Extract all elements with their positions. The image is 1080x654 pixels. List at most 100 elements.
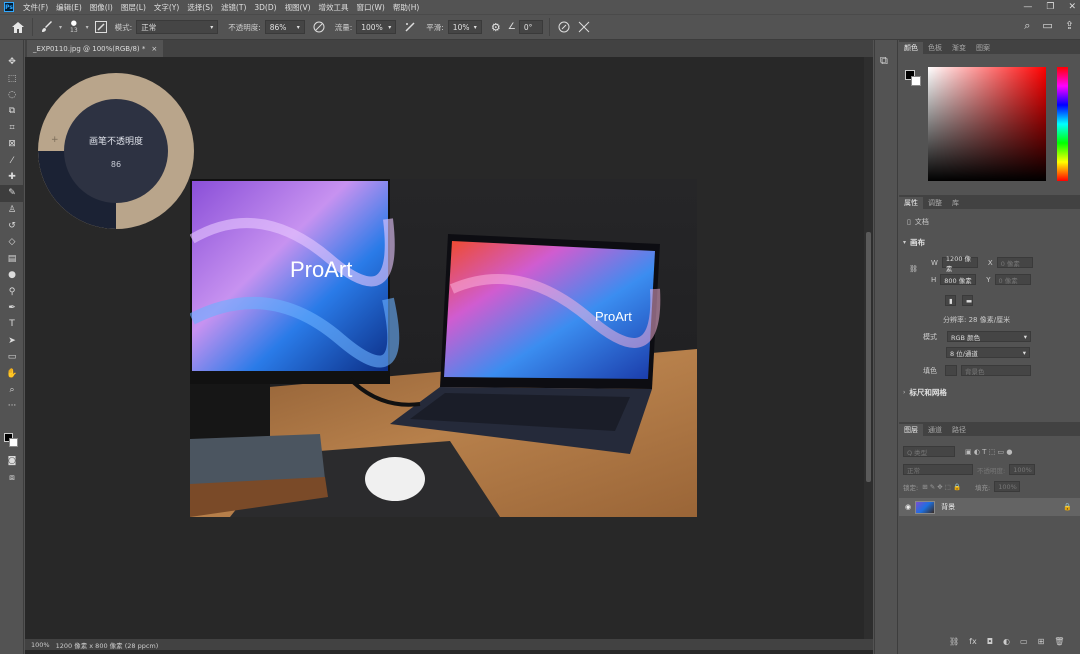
marquee-tool-icon[interactable]: ⬚ (0, 70, 24, 86)
history-brush-tool-icon[interactable]: ↺ (0, 218, 24, 234)
tab-color[interactable]: 颜色 (899, 42, 923, 54)
filter-icons[interactable]: ▣ ◐ T ⬚ ▭ ● (965, 448, 1012, 456)
chevron-right-icon[interactable]: › (903, 389, 905, 396)
quick-mask-icon[interactable]: ◙ (0, 453, 24, 469)
portrait-orientation-icon[interactable]: ▮ (945, 295, 956, 306)
home-icon[interactable] (10, 19, 26, 35)
workspace-icon[interactable]: ▭ (1042, 19, 1052, 33)
path-select-tool-icon[interactable]: ➤ (0, 333, 24, 349)
tab-layers[interactable]: 图层 (899, 424, 923, 436)
group-icon[interactable]: ▭ (1020, 637, 1028, 646)
mode-select[interactable]: 正常 ▾ (136, 20, 219, 34)
crop-tool-icon[interactable]: ⌗ (0, 120, 24, 136)
close-button[interactable]: ✕ (1068, 2, 1076, 12)
trash-icon[interactable]: 🗑 (1054, 637, 1064, 646)
tab-channels[interactable]: 通道 (923, 424, 947, 436)
height-field[interactable]: 800 像素 (940, 274, 977, 285)
link-layers-icon[interactable]: ⛓ (949, 637, 959, 646)
scrollbar-thumb[interactable] (866, 232, 871, 482)
tab-patterns[interactable]: 图案 (971, 42, 995, 54)
layer-fill-field[interactable]: 100% (994, 481, 1021, 492)
tab-swatches[interactable]: 色板 (923, 42, 947, 54)
mask-icon[interactable]: ◘ (987, 637, 993, 646)
menu-edit[interactable]: 编辑(E) (52, 2, 86, 13)
menu-layer[interactable]: 图层(L) (117, 2, 150, 13)
brush-tool-icon[interactable] (39, 19, 55, 35)
fill-select[interactable]: 背景色 (961, 365, 1031, 376)
hue-slider[interactable] (1057, 67, 1068, 181)
y-field[interactable]: 0 像素 (994, 274, 1031, 285)
share-icon[interactable]: ⇪ (1065, 19, 1074, 33)
tab-paths[interactable]: 路径 (947, 424, 971, 436)
blur-tool-icon[interactable]: ● (0, 267, 24, 283)
background-color-swatch[interactable] (9, 438, 18, 447)
healing-brush-tool-icon[interactable]: ✚ (0, 169, 24, 185)
zoom-tool-icon[interactable]: ⌕ (0, 382, 24, 398)
canvas-image[interactable]: ProArt ProArt (190, 179, 697, 517)
angle-field[interactable]: 0° (518, 20, 543, 34)
restore-button[interactable]: ❐ (1046, 2, 1054, 12)
tab-adjustments[interactable]: 调整 (923, 197, 947, 209)
tab-libraries[interactable]: 库 (947, 197, 964, 209)
menu-window[interactable]: 窗口(W) (353, 2, 389, 13)
dodge-tool-icon[interactable]: ⚲ (0, 283, 24, 299)
airbrush-icon[interactable] (402, 19, 418, 35)
tab-properties[interactable]: 属性 (899, 197, 923, 209)
clone-stamp-tool-icon[interactable]: ♙ (0, 202, 24, 218)
layer-row-background[interactable]: ◉ 背景 🔒 (899, 498, 1080, 516)
new-layer-icon[interactable]: ⊞ (1038, 637, 1045, 646)
brush-settings-icon[interactable] (93, 19, 109, 35)
eye-icon[interactable]: ◉ (905, 503, 911, 511)
vertical-scrollbar[interactable] (864, 57, 873, 640)
history-panel-icon[interactable]: ⧉ (880, 54, 888, 68)
x-field[interactable]: 0 像素 (996, 257, 1033, 268)
symmetry-icon[interactable] (576, 19, 592, 35)
layer-opacity-field[interactable]: 100% (1009, 464, 1036, 475)
color-mode-select[interactable]: RGB 颜色 ▾ (947, 331, 1031, 342)
flow-field[interactable]: 100% ▾ (356, 20, 397, 34)
type-tool-icon[interactable]: T (0, 316, 24, 332)
gradient-tool-icon[interactable]: ▤ (0, 251, 24, 267)
pen-tool-icon[interactable]: ✒ (0, 300, 24, 316)
hand-tool-icon[interactable]: ✋ (0, 365, 24, 381)
more-tools-icon[interactable]: ··· (0, 398, 24, 414)
brush-preset-picker[interactable]: ● 13 (70, 20, 78, 35)
landscape-orientation-icon[interactable]: ▬ (962, 295, 973, 306)
menu-image[interactable]: 图像(I) (86, 2, 117, 13)
menu-filter[interactable]: 滤镜(T) (217, 2, 250, 13)
eyedropper-tool-icon[interactable]: ⁄ (0, 152, 24, 168)
eraser-tool-icon[interactable]: ◇ (0, 234, 24, 250)
chevron-down-icon[interactable]: ▾ (903, 239, 906, 246)
smoothing-field[interactable]: 10% ▾ (447, 20, 482, 34)
screen-mode-icon[interactable]: ⧈ (0, 470, 24, 486)
lock-icons[interactable]: ⊞ ✎ ✥ ⬚ 🔒 (922, 483, 961, 491)
opacity-field[interactable]: 86% ▾ (264, 20, 305, 34)
fx-icon[interactable]: fx (969, 637, 977, 646)
blend-mode-select[interactable]: 正常 (903, 464, 973, 475)
menu-view[interactable]: 视图(V) (281, 2, 315, 13)
close-icon[interactable]: × (151, 45, 157, 53)
lasso-tool-icon[interactable]: ◌ (0, 87, 24, 103)
move-tool-icon[interactable]: ✥ (0, 54, 24, 70)
width-field[interactable]: 1200 像素 (941, 255, 978, 273)
rulers-grid-section-title[interactable]: 标尺和网格 (909, 387, 947, 398)
chevron-down-icon[interactable]: ▾ (59, 24, 62, 31)
search-icon[interactable]: ⌕ (1024, 19, 1030, 33)
brush-tool-icon[interactable]: ✎ (0, 185, 24, 202)
bit-depth-select[interactable]: 8 位/通道 ▾ (946, 347, 1030, 358)
document-tab[interactable]: _EXP0110.jpg @ 100%(RGB/8) * × (27, 40, 164, 57)
document-info[interactable]: 1200 像素 x 800 像素 (28 ppcm) (56, 640, 159, 650)
menu-plugins[interactable]: 增效工具 (315, 2, 353, 13)
menu-3d[interactable]: 3D(D) (250, 3, 280, 12)
object-select-tool-icon[interactable]: ⧉ (0, 103, 24, 119)
adjustment-icon[interactable]: ◐ (1003, 637, 1010, 646)
link-icon[interactable]: ⛓ (909, 265, 918, 273)
pressure-size-icon[interactable] (556, 19, 572, 35)
menu-select[interactable]: 选择(S) (183, 2, 217, 13)
pressure-opacity-icon[interactable] (311, 19, 327, 35)
chevron-down-icon[interactable]: ▾ (86, 24, 89, 31)
background-color-swatch[interactable] (911, 76, 921, 86)
rectangle-tool-icon[interactable]: ▭ (0, 349, 24, 365)
menu-type[interactable]: 文字(Y) (150, 2, 183, 13)
gear-icon[interactable]: ⚙ (488, 19, 504, 35)
